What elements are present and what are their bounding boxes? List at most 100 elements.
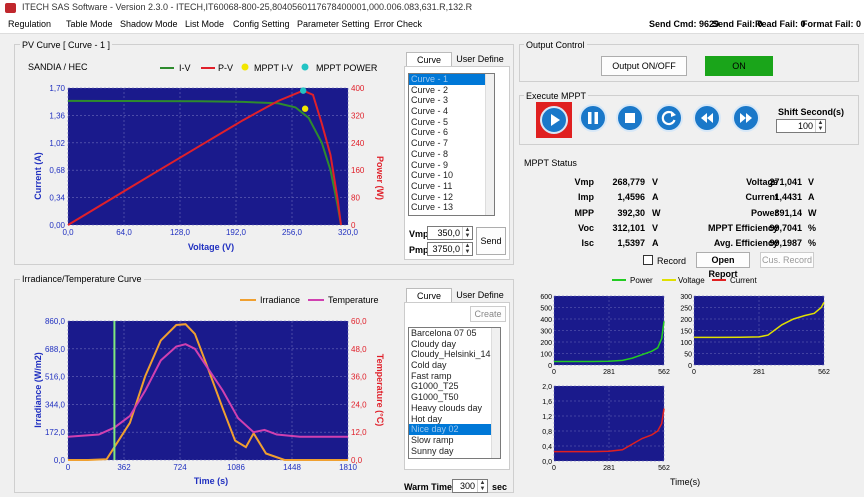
warm-time-spinner-icon[interactable]: ▲ ▼	[477, 480, 487, 492]
vmp-spinner-icon[interactable]: ▲ ▼	[462, 227, 472, 239]
curve-list-item[interactable]: Curve - 3	[409, 95, 494, 106]
irr-plot-area: 860,0 688,0 516,0 344,0 172,0 0,0 60,0 48,0 36,0…	[45, 317, 367, 472]
irr-x-tick: 0	[66, 463, 71, 472]
irradiance-list-item[interactable]: Nice day 02	[409, 424, 500, 435]
stop-button[interactable]	[616, 104, 644, 132]
cus-record-button[interactable]: Cus. Record	[760, 252, 814, 268]
irr-x-tick: 1086	[227, 463, 245, 472]
send-button[interactable]: Send	[476, 227, 506, 255]
irradiance-profile-list[interactable]: Barcelona 07 05 Cloudy day Cloudy_Helsinki…	[408, 327, 501, 459]
output-state-indicator: ON	[705, 56, 773, 76]
left-status-value: 268,779	[612, 177, 645, 187]
refresh-button[interactable]	[655, 104, 683, 132]
legend-mppt-power-label: MPPT POWER	[316, 63, 378, 73]
create-button[interactable]: Create	[470, 306, 506, 322]
pv-y-right-label: Power (W)	[375, 156, 385, 200]
current-mini-chart: 2,0 1,6 1,2 0,8 0,4 0,00 281 562	[542, 384, 670, 472]
legend-power-label: Power	[630, 276, 653, 285]
menu-table-mode[interactable]: Table Mode	[66, 19, 113, 29]
voltage-mini-chart: 3002502001501005000 281 562	[680, 294, 830, 376]
curve-list-item[interactable]: Curve - 11	[409, 181, 494, 192]
menu-list-mode[interactable]: List Mode	[185, 19, 224, 29]
mini-x-tick: 0	[692, 369, 696, 376]
mini-y-tick: 1,2	[542, 414, 552, 421]
curve-list-item[interactable]: Curve - 4	[409, 106, 494, 117]
irr-x-tick: 362	[117, 463, 131, 472]
curve-list-item[interactable]: Curve - 8	[409, 149, 494, 160]
left-status-value: 392,30	[617, 207, 645, 218]
irradiance-chart: Irradiance Temperature 860,0 688,0 516,0 34…	[33, 295, 385, 486]
pmp-spinner-icon[interactable]: ▲ ▼	[462, 243, 472, 255]
warm-time-value: 300	[459, 481, 475, 491]
irradiance-list-item[interactable]: Sunny day	[409, 446, 500, 457]
warm-time-input[interactable]: 300 ▲ ▼	[452, 479, 488, 493]
irr-y-right-tick: 24,0	[351, 400, 367, 409]
pmp-input[interactable]: 3750,0 ▲ ▼	[427, 242, 473, 256]
curve-list-item[interactable]: Curve - 12	[409, 192, 494, 203]
curve-list-item[interactable]: Curve - 10	[409, 170, 494, 181]
curve-list-item[interactable]: Curve - 6	[409, 127, 494, 138]
legend-voltage-label: Voltage	[678, 276, 705, 285]
tab-curve[interactable]: Curve	[406, 52, 452, 66]
menu-config-setting[interactable]: Config Setting	[233, 19, 290, 29]
irradiance-title: Irradiance/Temperature Curve	[20, 274, 144, 284]
record-checkbox[interactable]	[643, 255, 653, 265]
curve-list-item[interactable]: Curve - 13	[409, 202, 494, 213]
irr-list-scrollbar[interactable]	[491, 328, 500, 458]
irradiance-list-item[interactable]: Cloudy_Helsinki_14	[409, 349, 500, 360]
legend-mppt-power-swatch	[301, 63, 309, 71]
menu-error-check[interactable]: Error Check	[374, 19, 422, 29]
curve-list-item[interactable]: Curve - 7	[409, 138, 494, 149]
legend-current-label: Current	[730, 276, 757, 285]
curve-list-item[interactable]: Curve - 1	[409, 74, 494, 85]
left-status-unit: A	[652, 238, 659, 249]
curve-list[interactable]: Curve - 1 Curve - 2 Curve - 3 Curve - 4 Curv…	[408, 73, 495, 216]
left-status-unit: V	[652, 222, 659, 233]
right-status-value: 271,041	[769, 177, 802, 187]
irradiance-list-item[interactable]: Barcelona 07 05	[409, 328, 500, 339]
shift-spinner-icon[interactable]: ▲ ▼	[815, 120, 825, 132]
open-report-button[interactable]: Open Report	[696, 252, 750, 279]
menu-regulation[interactable]: Regulation	[8, 19, 51, 29]
play-icon	[551, 114, 560, 126]
irr-y-right-tick: 36,0	[351, 373, 367, 382]
irradiance-list-item[interactable]: Cloudy day	[409, 339, 500, 350]
irr-y-left-tick: 344,0	[45, 400, 66, 409]
irr-y-right-tick: 48,0	[351, 345, 367, 354]
irradiance-list-item[interactable]: Hot day	[409, 414, 500, 425]
irradiance-list-item[interactable]: Slow ramp	[409, 435, 500, 446]
irradiance-list-item[interactable]: Fast ramp	[409, 371, 500, 382]
irr-y-left-tick: 688,0	[45, 345, 66, 354]
irradiance-list-item[interactable]: Heavy clouds day	[409, 403, 500, 414]
mini-y-tick: 500	[540, 306, 552, 313]
irr-y-right-tick: 60,0	[351, 317, 367, 326]
curve-list-item[interactable]: Curve - 2	[409, 85, 494, 96]
mini-chart-legend: Power Voltage Current	[612, 276, 757, 285]
irr-tab-curve[interactable]: Curve	[406, 288, 452, 302]
irradiance-list-item[interactable]: G1000_T50	[409, 392, 500, 403]
curve-list-item[interactable]: Curve - 9	[409, 160, 494, 171]
shift-seconds-input[interactable]: 100 ▲ ▼	[776, 119, 826, 133]
fast-forward-button[interactable]	[732, 104, 760, 132]
rewind-button[interactable]	[693, 104, 721, 132]
output-onoff-button[interactable]: Output ON/OFF	[601, 56, 687, 76]
menu-parameter-setting[interactable]: Parameter Setting	[297, 19, 370, 29]
mini-y-tick: 150	[680, 329, 692, 336]
curve-list-scrollbar[interactable]	[485, 74, 494, 215]
vmp-input[interactable]: 350,0 ▲ ▼	[427, 226, 473, 240]
vmp-label: Vmp	[409, 229, 429, 239]
pause-button[interactable]	[579, 104, 607, 132]
pv-y-right-tick: 160	[351, 166, 365, 175]
menu-shadow-mode[interactable]: Shadow Mode	[120, 19, 178, 29]
tab-user-define[interactable]: User Define	[454, 52, 506, 66]
pv-plot-area: 1,701,361,020,680,340,004003202401608000…	[49, 84, 364, 237]
left-status-label: Isc	[581, 238, 594, 249]
curve-list-item[interactable]: Curve - 5	[409, 117, 494, 128]
mini-y-tick: 100	[680, 340, 692, 347]
play-button[interactable]	[540, 106, 568, 134]
irradiance-list-item[interactable]: Cold day	[409, 360, 500, 371]
irr-tab-user-define[interactable]: User Define	[454, 288, 506, 302]
irradiance-list-item[interactable]: G1000_T25	[409, 381, 500, 392]
execute-mppt-title: Execute MPPT	[524, 91, 589, 101]
irr-y-left-tick: 0,0	[54, 456, 66, 465]
